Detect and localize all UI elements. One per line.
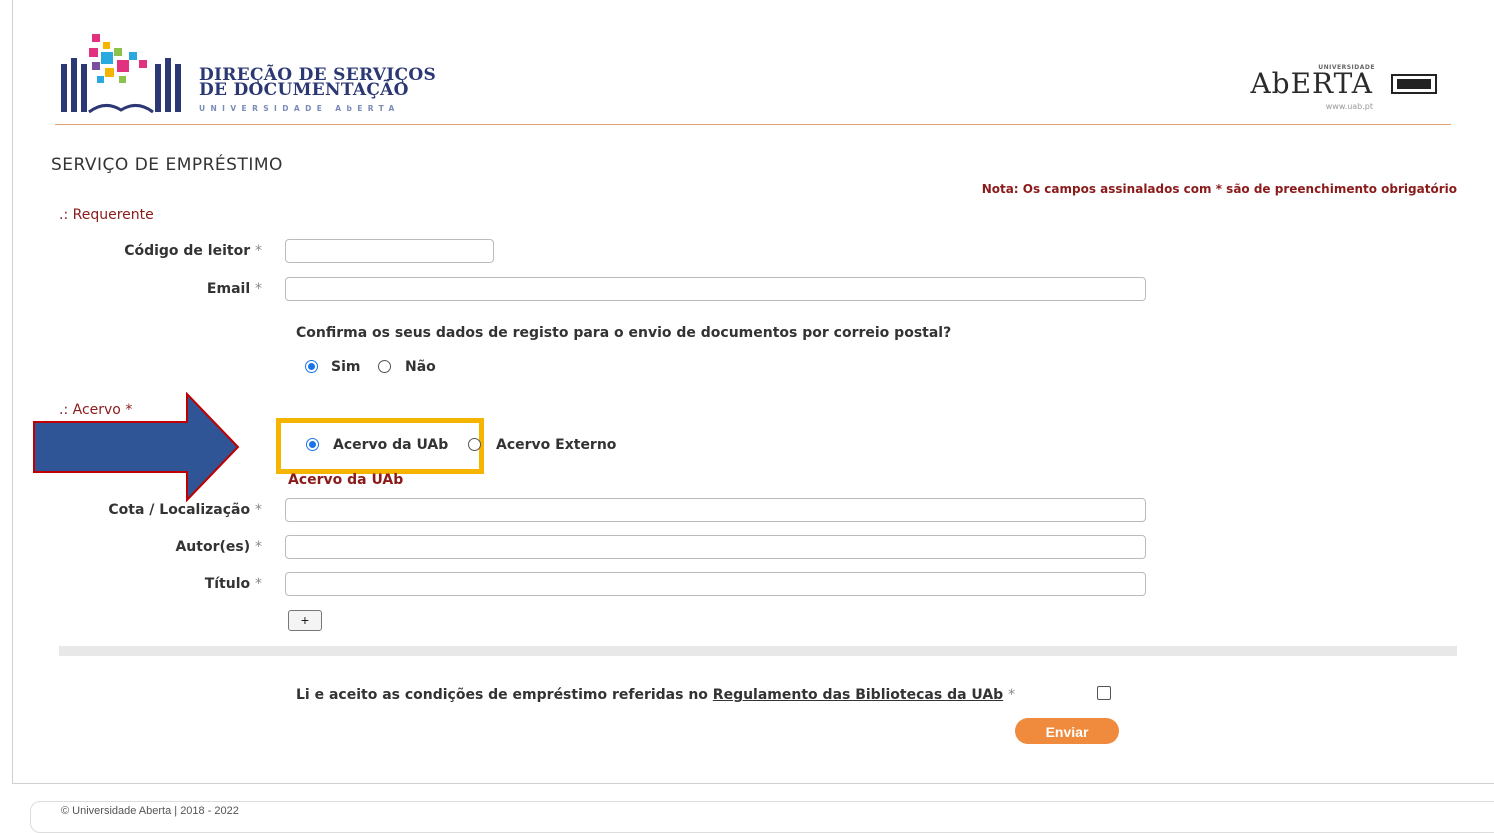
cota-label: Cota / Localização *	[108, 502, 262, 518]
radio-acervo-externo[interactable]	[468, 438, 481, 451]
codigo-leitor-input[interactable]	[285, 239, 494, 263]
email-input[interactable]	[285, 277, 1146, 301]
radio-acervo-uab-label: Acervo da UAb	[333, 437, 449, 453]
cota-input[interactable]	[285, 498, 1146, 522]
required-note: Nota: Os campos assinalados com * são de…	[981, 182, 1457, 196]
add-item-button[interactable]: +	[288, 610, 322, 631]
agreement-checkbox[interactable]	[1097, 686, 1111, 700]
radio-acervo-uab[interactable]	[306, 438, 319, 451]
page-title: SERVIÇO DE EMPRÉSTIMO	[51, 155, 283, 175]
radio-nao[interactable]	[378, 360, 391, 373]
autor-input[interactable]	[285, 535, 1146, 559]
uab-logo[interactable]: UNIVERSIDADE AbERTA www.uab.pt	[1221, 64, 1441, 124]
footer-copyright: © Universidade Aberta | 2018 - 2022	[61, 805, 239, 817]
email-label: Email *	[206, 281, 262, 297]
regulamento-link[interactable]: Regulamento das Bibliotecas da UAb	[713, 687, 1003, 703]
radio-sim[interactable]	[305, 360, 318, 373]
uab-logo-text: AbERTA	[1250, 67, 1373, 100]
acervo-sub-heading: Acervo da UAb	[288, 472, 404, 488]
radio-sim-label: Sim	[331, 359, 361, 375]
uab-logo-www: www.uab.pt	[1325, 102, 1373, 111]
radio-nao-label: Não	[405, 359, 436, 375]
section-requerente: .: Requerente	[59, 207, 154, 223]
pointer-arrow-icon	[33, 392, 240, 502]
book-logo-icon	[61, 34, 181, 114]
footer: © Universidade Aberta | 2018 - 2022	[30, 801, 1494, 833]
autor-label: Autor(es) *	[175, 539, 262, 555]
titulo-input[interactable]	[285, 572, 1146, 596]
logo-title: DIREÇÃO DE SERVIÇOS DE DOCUMENTAÇÃO	[199, 65, 437, 100]
confirm-question: Confirma os seus dados de registo para o…	[296, 325, 952, 341]
uab-logo-box-icon	[1391, 74, 1437, 94]
logo-subtitle: UNIVERSIDADE AbERTA	[199, 104, 400, 113]
radio-acervo-externo-label: Acervo Externo	[496, 437, 617, 453]
titulo-label: Título *	[204, 576, 262, 592]
send-button[interactable]: Enviar	[1015, 718, 1119, 744]
codigo-leitor-label: Código de leitor *	[124, 243, 262, 259]
site-header: DIREÇÃO DE SERVIÇOS DE DOCUMENTAÇÃO UNIV…	[55, 22, 1451, 125]
divider	[59, 646, 1457, 656]
agreement-text: Li e aceito as condições de empréstimo r…	[296, 687, 1016, 703]
